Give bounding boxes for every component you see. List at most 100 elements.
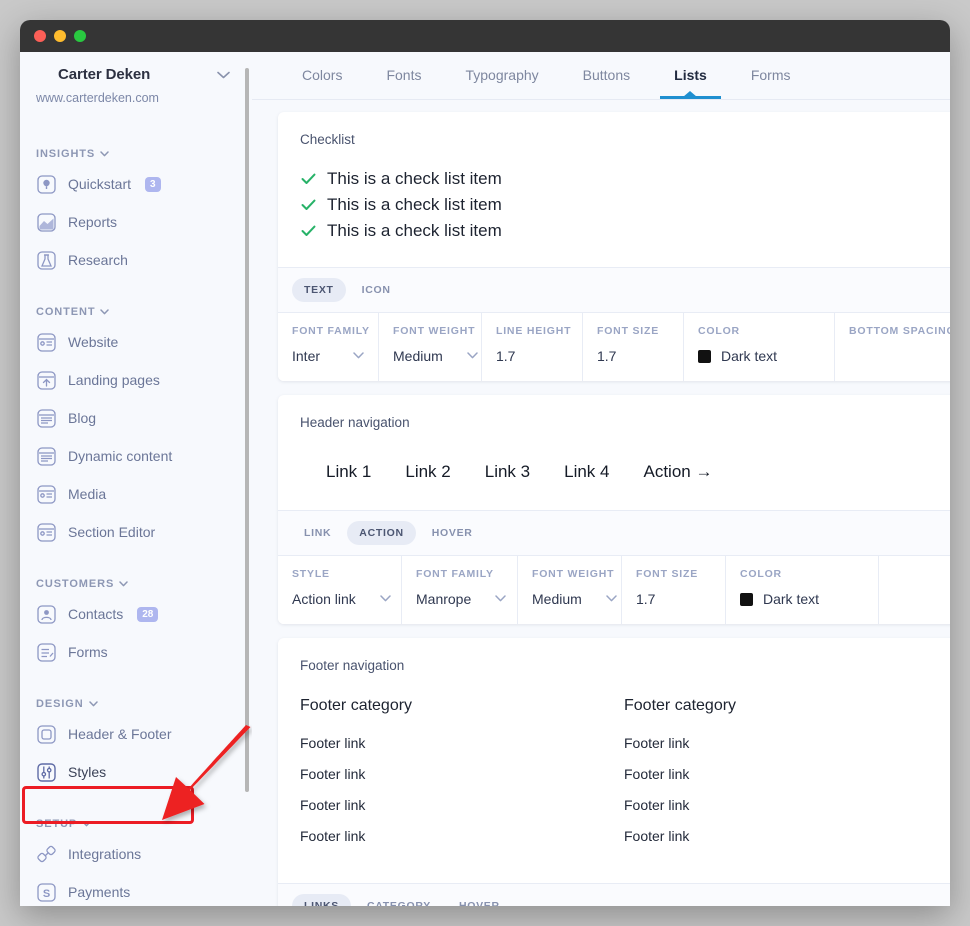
- tab-buttons[interactable]: Buttons: [561, 52, 652, 99]
- field-value[interactable]: 1.7: [636, 591, 711, 607]
- segment-hover[interactable]: HOVER: [447, 894, 512, 906]
- sidebar-item-landing-pages[interactable]: Landing pages: [20, 361, 252, 399]
- sidebar-item-media[interactable]: Media: [20, 475, 252, 513]
- color-swatch[interactable]: [698, 350, 711, 363]
- tab-fonts[interactable]: Fonts: [364, 52, 443, 99]
- sidebar-item-research[interactable]: Research: [20, 241, 252, 279]
- field-style[interactable]: STYLEAction link: [278, 556, 402, 624]
- tab-label: Typography: [465, 67, 538, 83]
- sidebar-group-design[interactable]: DESIGN: [20, 693, 252, 715]
- account-header[interactable]: Carter Deken www.carterdeken.com: [20, 52, 252, 105]
- color-swatch[interactable]: [740, 593, 753, 606]
- sidebar-item-header-footer[interactable]: Header & Footer: [20, 715, 252, 753]
- sidebar-item-reports[interactable]: Reports: [20, 203, 252, 241]
- nav-link-action[interactable]: Action →: [644, 462, 713, 482]
- footer-category: Footer category: [300, 697, 624, 715]
- sidebar-group-label: CUSTOMERS: [36, 578, 114, 590]
- field-color: COLORDark text: [684, 313, 835, 381]
- nav-link-link-3[interactable]: Link 3: [485, 462, 530, 482]
- footer-link[interactable]: Footer link: [624, 797, 948, 813]
- sidebar-item-dynamic-content[interactable]: Dynamic content: [20, 437, 252, 475]
- segment-category[interactable]: CATEGORY: [355, 894, 443, 906]
- sidebar-item-section-editor[interactable]: Section Editor: [20, 513, 252, 551]
- segment-hover[interactable]: HOVER: [420, 521, 485, 545]
- blog-icon: [36, 408, 57, 429]
- sidebar-item-label: Section Editor: [68, 524, 155, 540]
- sidebar-item-label: Quickstart: [68, 176, 131, 192]
- field-font-weight[interactable]: FONT WEIGHTMedium: [518, 556, 622, 624]
- sidebar-item-contacts[interactable]: Contacts28: [20, 595, 252, 633]
- chevron-down-icon[interactable]: [366, 593, 391, 605]
- field-blank: [879, 556, 950, 624]
- sidebar-item-forms[interactable]: Forms: [20, 633, 252, 671]
- segment-text[interactable]: TEXT: [292, 278, 346, 302]
- field-value-text: Medium: [532, 591, 582, 607]
- segment-link[interactable]: LINK: [292, 521, 343, 545]
- nav-link-link-2[interactable]: Link 2: [405, 462, 450, 482]
- nav-link-link-4[interactable]: Link 4: [564, 462, 609, 482]
- sidebar-nav: INSIGHTSQuickstart3 Reports Research CONTEN…: [20, 143, 252, 906]
- field-font-weight[interactable]: FONT WEIGHTMedium: [379, 313, 482, 381]
- tab-forms[interactable]: Forms: [729, 52, 813, 99]
- field-value: Medium: [393, 348, 467, 364]
- sidebar-scrollbar[interactable]: [242, 52, 252, 906]
- segment-icon[interactable]: ICON: [350, 278, 403, 302]
- maximize-icon[interactable]: [74, 30, 86, 42]
- segment-action[interactable]: ACTION: [347, 521, 415, 545]
- sidebar-item-quickstart[interactable]: Quickstart3: [20, 165, 252, 203]
- field-value-text: Medium: [393, 348, 443, 364]
- field-value: Action link: [292, 591, 387, 607]
- sidebar-item-label: Styles: [68, 764, 106, 780]
- chevron-down-icon[interactable]: [453, 350, 478, 362]
- field-value-text: Manrope: [416, 591, 471, 607]
- sidebar-item-styles[interactable]: Styles: [20, 753, 252, 791]
- sidebar-item-website[interactable]: Website: [20, 323, 252, 361]
- sidebar-item-badge: 28: [137, 607, 158, 622]
- sidebar-group-setup[interactable]: SETUP: [20, 813, 252, 835]
- field-value[interactable]: 1.7: [597, 348, 669, 364]
- sidebar-group-content[interactable]: CONTENT: [20, 301, 252, 323]
- desktop-background: Carter Deken www.carterdeken.com INSIGHT…: [0, 0, 970, 926]
- field-bottom-spacing: BOTTOM SPACING: [835, 313, 950, 381]
- close-icon[interactable]: [34, 30, 46, 42]
- sidebar-scrollbar-thumb[interactable]: [245, 68, 249, 792]
- field-font-family[interactable]: FONT FAMILYManrope: [402, 556, 518, 624]
- tab-label: Colors: [302, 67, 342, 83]
- footer-link[interactable]: Footer link: [300, 828, 624, 844]
- tab-label: Fonts: [386, 67, 421, 83]
- nav-link-link-1[interactable]: Link 1: [326, 462, 371, 482]
- chevron-down-icon[interactable]: [339, 350, 364, 362]
- sidebar-item-integrations[interactable]: Integrations: [20, 835, 252, 873]
- field-value-text: 1.7: [496, 348, 515, 364]
- sidebar-group-customers[interactable]: CUSTOMERS: [20, 573, 252, 595]
- field-value: Manrope: [416, 591, 503, 607]
- field-value-text: Dark text: [721, 348, 777, 364]
- segment-links[interactable]: LINKS: [292, 894, 351, 906]
- media-icon: [36, 484, 57, 505]
- control-panel: LINKS CATEGORY HOVER: [278, 883, 950, 906]
- chevron-down-icon[interactable]: [217, 69, 230, 81]
- tab-colors[interactable]: Colors: [280, 52, 364, 99]
- sidebar-item-blog[interactable]: Blog: [20, 399, 252, 437]
- account-url[interactable]: www.carterdeken.com: [36, 91, 236, 105]
- sidebar-group-insights[interactable]: INSIGHTS: [20, 143, 252, 165]
- tab-lists[interactable]: Lists: [652, 52, 729, 99]
- chevron-down-icon[interactable]: [592, 593, 617, 605]
- field-font-family[interactable]: FONT FAMILYInter: [278, 313, 379, 381]
- field-line-height: LINE HEIGHT1.7: [482, 313, 583, 381]
- tab-typography[interactable]: Typography: [443, 52, 560, 99]
- chevron-down-icon[interactable]: [481, 593, 506, 605]
- footer-link[interactable]: Footer link: [300, 735, 624, 751]
- footer-link[interactable]: Footer link: [300, 766, 624, 782]
- footer-link[interactable]: Footer link: [624, 828, 948, 844]
- footer-link[interactable]: Footer link: [300, 797, 624, 813]
- sidebar-item-label: Reports: [68, 214, 117, 230]
- dynamic-content-icon: [36, 446, 57, 467]
- quickstart-icon: [36, 174, 57, 195]
- minimize-icon[interactable]: [54, 30, 66, 42]
- sidebar-item-label: Website: [68, 334, 118, 350]
- field-value[interactable]: 1.7: [496, 348, 568, 364]
- footer-link[interactable]: Footer link: [624, 766, 948, 782]
- sidebar-item-payments[interactable]: SPayments: [20, 873, 252, 906]
- footer-link[interactable]: Footer link: [624, 735, 948, 751]
